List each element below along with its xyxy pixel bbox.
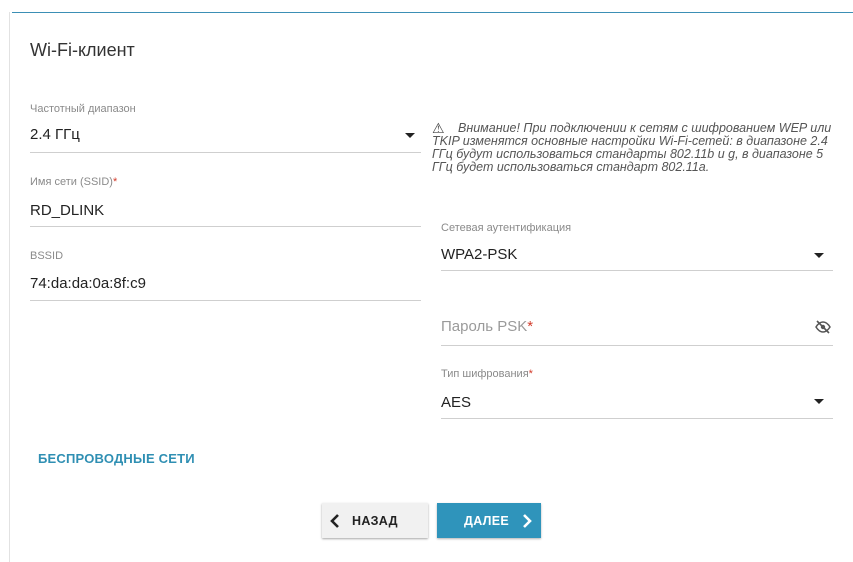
cipher-label: Тип шифрования* <box>441 368 533 380</box>
page-title: Wi-Fi-клиент <box>30 40 135 60</box>
auth-value: WPA2-PSK <box>441 246 518 263</box>
cipher-value: AES <box>441 394 472 411</box>
eye-off-icon[interactable] <box>815 320 831 339</box>
auth-label: Сетевая аутентификация <box>441 222 572 234</box>
wireless-networks-link[interactable]: БЕСПРОВОДНЫЕ СЕТИ <box>38 451 195 466</box>
back-button[interactable]: НАЗАД <box>322 503 428 538</box>
band-value: 2.4 ГГц <box>30 126 80 143</box>
auth-underline <box>441 270 833 271</box>
band-underline <box>30 152 421 153</box>
chevron-down-icon <box>405 133 415 138</box>
ssid-value: RD_DLINK <box>30 202 105 219</box>
bssid-field[interactable]: BSSID 74:da:da:0a:8f:c9 <box>30 250 421 301</box>
psk-password-field[interactable]: Пароль PSK* <box>441 318 833 346</box>
warning-text: Внимание! При подключении к сетям с шифр… <box>432 121 832 174</box>
left-border <box>9 12 10 562</box>
top-divider <box>12 12 853 13</box>
bssid-label: BSSID <box>30 250 64 262</box>
bssid-underline <box>30 300 421 301</box>
auth-select[interactable]: Сетевая аутентификация WPA2-PSK <box>441 222 833 271</box>
psk-placeholder: Пароль PSK* <box>441 318 534 335</box>
chevron-down-icon <box>814 399 824 404</box>
bssid-value: 74:da:da:0a:8f:c9 <box>30 275 146 292</box>
back-button-label: НАЗАД <box>352 513 398 528</box>
ssid-underline <box>30 226 421 227</box>
cipher-select[interactable]: Тип шифрования* AES <box>441 368 833 419</box>
next-button[interactable]: ДАЛЕЕ <box>437 503 541 538</box>
ssid-label: Имя сети (SSID)* <box>30 176 118 188</box>
chevron-right-icon <box>522 513 532 528</box>
chevron-left-icon <box>330 513 340 528</box>
band-select[interactable]: Частотный диапазон 2.4 ГГц <box>30 103 421 153</box>
ssid-field[interactable]: Имя сети (SSID)* RD_DLINK <box>30 176 421 227</box>
next-button-label: ДАЛЕЕ <box>464 513 510 528</box>
encryption-warning: ⚠ Внимание! При подключении к сетям с шиф… <box>432 121 832 174</box>
band-label: Частотный диапазон <box>30 103 136 115</box>
cipher-underline <box>441 418 833 419</box>
chevron-down-icon <box>814 253 824 258</box>
psk-underline <box>441 345 833 346</box>
